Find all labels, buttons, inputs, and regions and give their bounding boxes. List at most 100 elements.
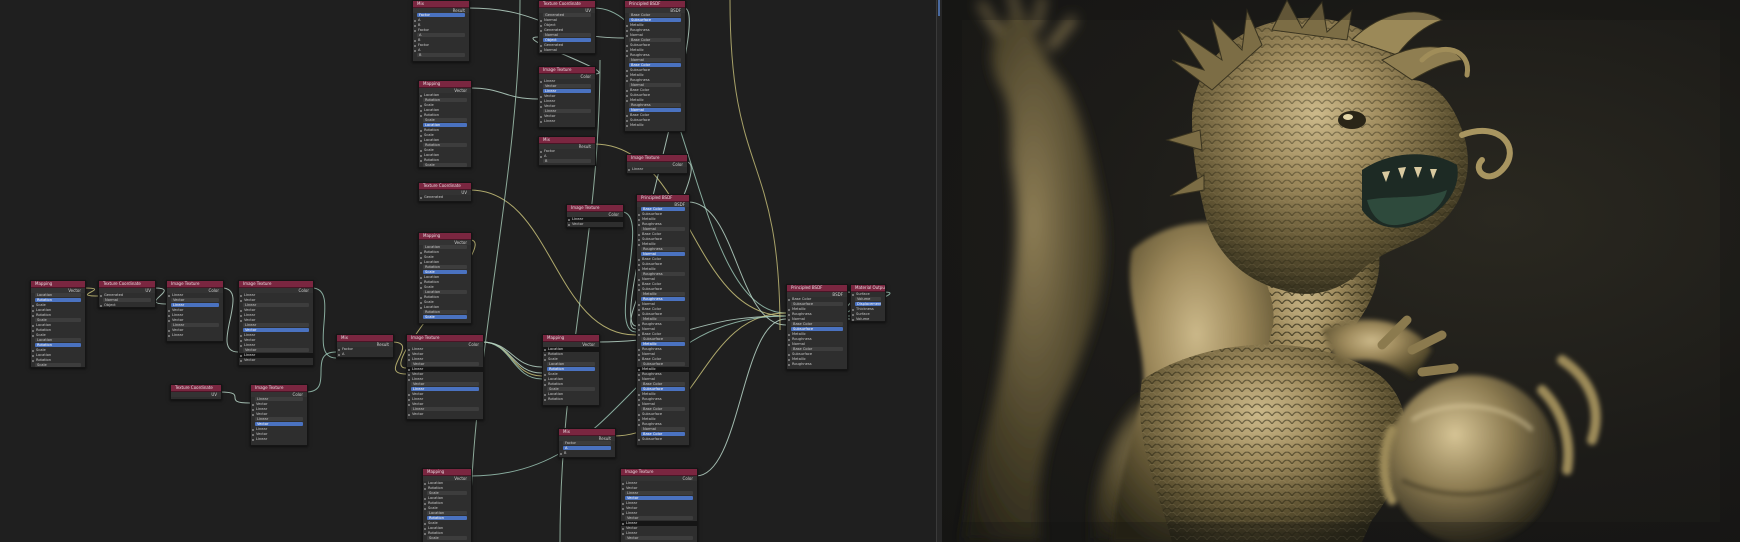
node-socket-row[interactable]: Scale bbox=[35, 363, 81, 367]
node-socket-row[interactable]: Linear bbox=[171, 323, 219, 327]
node-principled-bsdf[interactable]: Principled BSDF BSDF Base Color Subsurface M… bbox=[624, 0, 686, 132]
node-socket-row[interactable]: Volume bbox=[851, 317, 885, 322]
node-socket-row[interactable]: Subsurface bbox=[791, 302, 843, 306]
node-socket-row[interactable]: Normal bbox=[103, 298, 151, 302]
node-socket-row[interactable]: Location bbox=[35, 293, 81, 297]
node-socket-row[interactable]: Roughness bbox=[641, 297, 685, 301]
node-socket-row[interactable]: Location bbox=[547, 362, 595, 366]
node-socket-row[interactable]: Vector bbox=[625, 536, 693, 540]
node-image-texture[interactable]: Image Texture Color Linear Vector Linear Vect… bbox=[250, 384, 308, 446]
node-socket-row[interactable]: Subsurface bbox=[641, 337, 685, 341]
node-socket-row[interactable]: Base Color bbox=[791, 347, 843, 351]
node-socket-row[interactable]: Base Color bbox=[629, 38, 681, 42]
node-socket-row[interactable]: Normal bbox=[641, 252, 685, 256]
node-header[interactable]: Material Output bbox=[851, 285, 885, 292]
node-header[interactable]: Mapping bbox=[423, 469, 471, 476]
render-viewport[interactable] bbox=[942, 0, 1740, 542]
node-header[interactable]: Image Texture bbox=[621, 469, 697, 476]
node-socket-row[interactable]: Linear bbox=[543, 89, 591, 93]
node-socket-row[interactable]: Roughness bbox=[629, 103, 681, 107]
node-mix[interactable]: Mix Result Factor A B bbox=[538, 136, 596, 166]
node-socket-row[interactable]: Vector bbox=[411, 362, 479, 366]
node-socket-row[interactable]: Base Color bbox=[641, 382, 685, 386]
node-socket-row[interactable]: Scale bbox=[423, 315, 467, 319]
node-socket-row[interactable]: Metallic bbox=[641, 317, 685, 321]
node-socket-row[interactable]: Linear bbox=[543, 109, 591, 113]
node-socket-row[interactable]: Subsurface bbox=[641, 362, 685, 366]
node-socket-row[interactable]: Vector bbox=[171, 298, 219, 302]
node-mapping[interactable]: Mapping Vector Location Rotation Scale Locati… bbox=[418, 80, 472, 168]
node-header[interactable]: Mapping bbox=[31, 281, 85, 288]
node-socket-row[interactable]: Vector bbox=[543, 84, 591, 88]
node-socket-row[interactable]: Metallic bbox=[641, 342, 685, 346]
node-image-texture[interactable]: Image Texture Color Linear Vector Linear Vect… bbox=[620, 468, 698, 542]
node-socket-row[interactable]: Linear bbox=[539, 119, 595, 124]
node-socket-row[interactable]: Base Color bbox=[791, 322, 843, 326]
node-mapping[interactable]: Mapping Vector Location Rotation Scale Locati… bbox=[30, 280, 86, 368]
node-socket-row[interactable]: Object bbox=[543, 38, 591, 42]
node-image-texture[interactable]: Image Texture Color Linear Vector Linear Vect… bbox=[166, 280, 224, 342]
node-socket-row[interactable]: Scale bbox=[547, 387, 595, 391]
node-material-output[interactable]: Material Output Surface Volume Displacement… bbox=[850, 284, 886, 322]
node-header[interactable]: Image Texture bbox=[407, 335, 483, 342]
node-header[interactable]: Mix bbox=[413, 1, 469, 8]
divider-grip[interactable] bbox=[938, 0, 940, 16]
node-image-texture[interactable]: Image Texture Color Linear Vector Linear Vect… bbox=[538, 66, 596, 128]
node-header[interactable]: Mapping bbox=[543, 335, 599, 342]
node-socket-row[interactable]: Subsurface bbox=[629, 18, 681, 22]
node-socket-row[interactable]: Location bbox=[427, 511, 467, 515]
node-socket-row[interactable]: Rotation bbox=[547, 367, 595, 371]
node-principled-bsdf[interactable]: Principled BSDF BSDF Base Color Subsurface M… bbox=[636, 194, 690, 446]
node-socket-row[interactable]: Object bbox=[99, 303, 155, 308]
node-socket-row[interactable]: Scale bbox=[423, 270, 467, 274]
node-socket-row[interactable]: Vector bbox=[411, 382, 479, 386]
node-socket-row[interactable]: Linear bbox=[627, 167, 687, 172]
node-socket-row[interactable]: Vector bbox=[625, 496, 693, 500]
node-texture-coordinate[interactable]: Texture Coordinate UV Generated Normal Objec… bbox=[538, 0, 596, 54]
node-socket-row[interactable]: Scale bbox=[427, 536, 467, 540]
node-header[interactable]: Image Texture bbox=[567, 205, 623, 212]
node-socket-row[interactable]: Normal bbox=[543, 33, 591, 37]
node-header[interactable]: Mapping bbox=[419, 81, 471, 88]
node-mix[interactable]: Mix Result Factor A bbox=[336, 334, 394, 358]
node-texture-coordinate[interactable]: Texture Coordinate UV bbox=[170, 384, 222, 400]
node-socket-row[interactable]: Base Color bbox=[641, 207, 685, 211]
node-socket-row[interactable]: Vector bbox=[625, 516, 693, 520]
node-socket-row[interactable]: Vector bbox=[407, 412, 483, 417]
node-header[interactable]: Image Texture bbox=[627, 155, 687, 162]
node-socket-row[interactable]: Scale bbox=[423, 118, 467, 122]
node-image-texture[interactable]: Image Texture Color Linear Vector Linear Vect… bbox=[406, 334, 484, 420]
node-socket-row[interactable]: Rotation bbox=[423, 310, 467, 314]
node-socket-row[interactable]: Normal bbox=[629, 58, 681, 62]
node-socket-row[interactable]: Linear bbox=[255, 417, 303, 421]
node-socket-row[interactable]: B bbox=[417, 53, 465, 57]
node-socket-row[interactable]: Roughness bbox=[641, 272, 685, 276]
node-socket-row[interactable]: Rotation bbox=[427, 516, 467, 520]
node-socket-row[interactable]: Factor bbox=[417, 13, 465, 17]
node-socket-row[interactable]: Rotation bbox=[423, 265, 467, 269]
node-socket-row[interactable]: Generated bbox=[543, 13, 591, 17]
node-socket-row[interactable]: Linear bbox=[255, 397, 303, 401]
node-mapping[interactable]: Mapping Vector Location Rotation Scale Locati… bbox=[542, 334, 600, 406]
node-socket-row[interactable]: Rotation bbox=[543, 397, 599, 402]
node-header[interactable]: Mix bbox=[539, 137, 595, 144]
node-header[interactable]: Mix bbox=[559, 429, 615, 436]
node-socket-row[interactable]: Scale bbox=[427, 491, 467, 495]
node-socket-row[interactable]: Metallic bbox=[625, 123, 685, 128]
node-socket-row[interactable]: Rotation bbox=[423, 98, 467, 102]
node-header[interactable]: Mapping bbox=[419, 233, 471, 240]
node-socket-row[interactable]: Normal bbox=[629, 83, 681, 87]
node-socket-row[interactable]: Roughness bbox=[641, 247, 685, 251]
node-header[interactable]: Texture Coordinate bbox=[171, 385, 221, 392]
node-socket-row[interactable]: Normal bbox=[641, 227, 685, 231]
node-header[interactable]: Mix bbox=[337, 335, 393, 342]
node-socket-row[interactable]: Normal bbox=[641, 427, 685, 431]
node-socket-row[interactable]: Base Color bbox=[641, 432, 685, 436]
node-image-texture[interactable]: Image Texture Color Linear bbox=[626, 154, 688, 174]
node-socket-row[interactable]: Location bbox=[423, 123, 467, 127]
node-socket-row[interactable]: Location bbox=[423, 290, 467, 294]
node-socket-row[interactable]: Vector bbox=[243, 348, 309, 352]
node-socket-row[interactable]: Location bbox=[35, 338, 81, 342]
node-socket-row[interactable]: Rotation bbox=[35, 343, 81, 347]
node-mix[interactable]: Mix Result Factor A B Factor A B Factor A B bbox=[412, 0, 470, 62]
